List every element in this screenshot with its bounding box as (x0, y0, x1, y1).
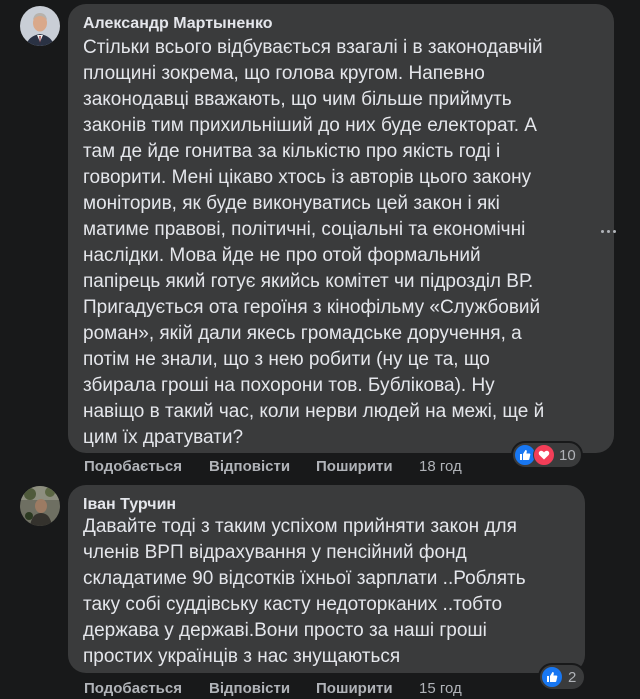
comment-author[interactable]: Александр Мартыненко (83, 14, 273, 34)
comment-line: потім не знали, що з нею робити (ну це т… (83, 349, 490, 370)
comment-bubble: Іван Турчин Давайте тоді з таким успіхом… (68, 485, 585, 673)
comment-line: папірець який готує якийсь комітет чи пі… (83, 271, 534, 292)
comment-line: площині зокрема, що голова кругом. Напев… (83, 63, 485, 84)
comment-line: держава у державі.Вони просто за наші гр… (83, 620, 487, 641)
comment-author[interactable]: Іван Турчин (83, 495, 176, 515)
share-button[interactable]: Поширити (316, 680, 393, 697)
comment-line: збирала гроші на похорони тов. Бублікова… (83, 375, 495, 396)
comment-line: членів ВРП відрахування у пенсійний фонд (83, 542, 467, 563)
comment-line: роман», якій дали якесь громадське доруч… (83, 323, 522, 344)
comment-line: Стільки всього відбувається взагалі і в … (83, 37, 543, 58)
comment-line: там де йде гонитва за кількістю про якіс… (83, 141, 501, 162)
comment-line: простих українців з нас знущаються (83, 646, 401, 667)
like-button[interactable]: Подобається (84, 680, 182, 697)
reaction-count: 2 (568, 669, 577, 686)
avatar[interactable] (20, 486, 60, 526)
reaction-summary[interactable]: 2 (538, 663, 586, 691)
comment-text: Давайте тоді з таким успіхом прийняти за… (83, 514, 526, 670)
comment-line: Пригадується ота героїня з кінофільму «С… (83, 297, 541, 318)
comment-line: законів тим прихильніший до них буде еле… (83, 115, 537, 136)
comment-text: Стільки всього відбувається взагалі і в … (83, 35, 544, 451)
comment-line: Давайте тоді з таким успіхом прийняти за… (83, 516, 517, 537)
comment-line: моніторив, як буде виконуватись цей зако… (83, 193, 500, 214)
comment-bubble: Александр Мартыненко Стільки всього відб… (68, 4, 614, 453)
comment-line: цим їх дратувати? (83, 427, 244, 448)
reply-button[interactable]: Відповісти (209, 680, 290, 697)
comment-timestamp[interactable]: 15 год (419, 680, 462, 697)
comment-line: навіщо в такий час, коли нерви людей на … (83, 401, 545, 422)
share-button[interactable]: Поширити (316, 458, 393, 475)
comment-line: наслідки. Мова йде не про отой формальни… (83, 245, 481, 266)
like-icon (541, 666, 563, 688)
comment-line: таку собі суддівську касту недоторканих … (83, 594, 503, 615)
comment-line: говорити. Мені цікаво хтось із авторів ц… (83, 167, 532, 188)
avatar[interactable] (20, 6, 60, 46)
comment-line: складатиме 90 відсотків їхньої зарплати … (83, 568, 526, 589)
comment-line: законодавці вважають, що чим більше прий… (83, 89, 512, 110)
reply-button[interactable]: Відповісти (209, 458, 290, 475)
like-button[interactable]: Подобається (84, 458, 182, 475)
reaction-count: 10 (559, 447, 576, 464)
comment-line: матиме правові, політичні, соціальні та … (83, 219, 526, 240)
reaction-summary[interactable]: 10 (511, 441, 583, 469)
love-icon (533, 444, 555, 466)
more-options-icon[interactable] (598, 221, 618, 241)
comment-timestamp[interactable]: 18 год (419, 458, 462, 475)
